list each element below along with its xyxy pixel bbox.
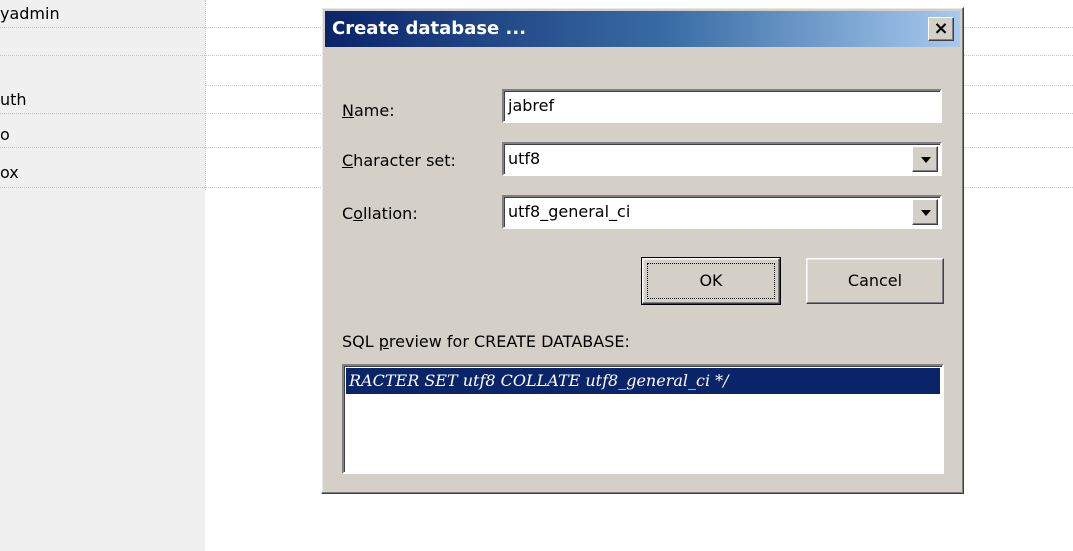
dialog-title: Create database ...	[332, 18, 527, 39]
name-input[interactable]: jabref	[502, 89, 942, 123]
list-item-label: ox	[0, 163, 19, 182]
chevron-down-icon[interactable]	[912, 199, 938, 225]
list-item-label: o	[0, 125, 10, 144]
create-database-dialog: Create database ... × Name: jabref Chara…	[321, 7, 964, 494]
collation-select[interactable]: utf8_general_ci	[502, 195, 942, 229]
close-icon[interactable]: ×	[928, 17, 954, 41]
cancel-button[interactable]: Cancel	[806, 258, 944, 304]
dialog-titlebar[interactable]: Create database ... ×	[325, 11, 960, 47]
character-set-select[interactable]: utf8	[502, 142, 942, 176]
sql-preview-label: SQL preview for CREATE DATABASE:	[342, 332, 630, 351]
sql-preview-selected-line: RACTER SET utf8 COLLATE utf8_general_ci …	[346, 368, 940, 394]
collation-value: utf8_general_ci	[508, 202, 631, 221]
list-item-label: yadmin	[0, 4, 60, 23]
collation-label: Collation:	[342, 204, 418, 223]
ok-button-label: OK	[647, 263, 775, 299]
ok-button[interactable]: OK	[641, 257, 781, 305]
database-list-panel	[0, 0, 205, 551]
name-label: Name:	[342, 101, 395, 120]
list-item-label	[0, 28, 205, 56]
chevron-down-icon[interactable]	[912, 146, 938, 172]
character-set-value: utf8	[508, 149, 541, 168]
list-item-label: uth	[0, 90, 27, 109]
sql-preview-textarea[interactable]: RACTER SET utf8 COLLATE utf8_general_ci …	[342, 364, 944, 474]
character-set-label: Character set:	[342, 151, 456, 170]
